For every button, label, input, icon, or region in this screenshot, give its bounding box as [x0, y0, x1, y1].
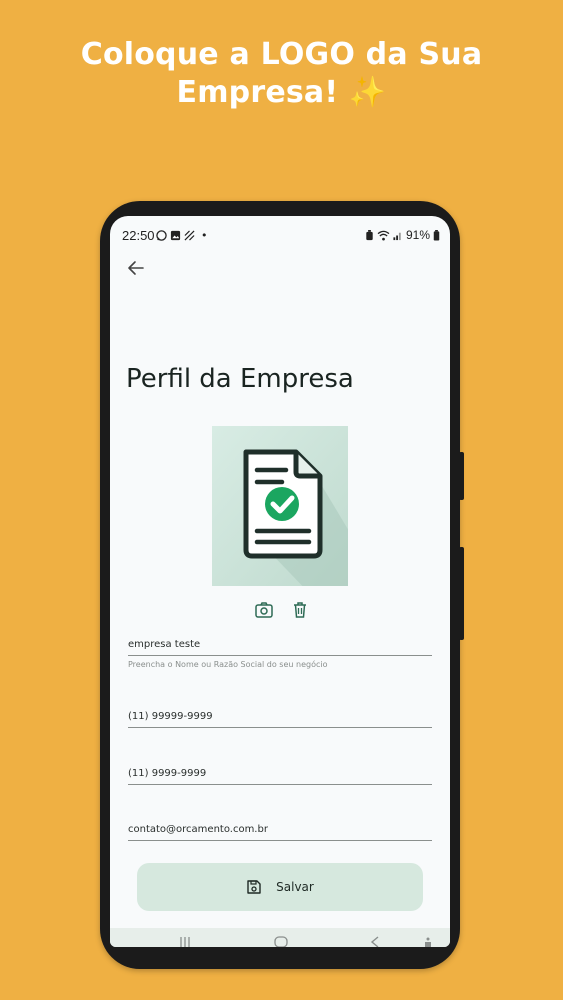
promo-line-2: Empresa! ✨ [0, 74, 563, 112]
keyboard-icon[interactable] [423, 936, 433, 947]
battery-icon [433, 229, 440, 241]
status-time: 22:50 [122, 228, 155, 243]
page-title: Perfil da Empresa [126, 364, 354, 394]
phone1-field: (11) 99999-9999 [128, 706, 432, 728]
whatsapp-icon [156, 230, 167, 241]
signal-icon [393, 232, 401, 240]
phone2-field: (11) 9999-9999 [128, 763, 432, 785]
phone2-input[interactable]: (11) 9999-9999 [128, 763, 432, 785]
floppy-disk-icon [247, 880, 261, 894]
recent-apps-icon[interactable] [178, 936, 192, 947]
phone1-input[interactable]: (11) 99999-9999 [128, 706, 432, 728]
home-icon[interactable] [274, 936, 288, 947]
battery-percent: 91% [405, 228, 430, 242]
logo-actions [254, 600, 310, 620]
company-name-input[interactable]: empresa teste [128, 634, 432, 656]
document-check-icon [212, 426, 348, 586]
sparkle-icon: ✨ [348, 75, 387, 110]
notification-icons: • [156, 229, 208, 242]
status-dot: • [201, 229, 208, 242]
alarm-icon [366, 229, 373, 240]
app-screen: 22:50 • 91% Perfil da Empresa empresa te… [110, 216, 450, 947]
phone-side-button [459, 452, 464, 500]
promo-line-1: Coloque a LOGO da Sua [80, 37, 483, 72]
arrow-left-icon[interactable] [124, 256, 148, 280]
system-nav-bar [110, 928, 450, 947]
system-icons: 91% [365, 228, 440, 242]
promo-headline: Coloque a LOGO da Sua Empresa! ✨ [0, 36, 563, 112]
status-bar: 22:50 • 91% [110, 226, 450, 246]
company-name-helper: Preencha o Nome ou Razão Social do seu n… [128, 660, 328, 669]
phone-volume-button [459, 547, 464, 640]
trash-icon[interactable] [290, 600, 310, 620]
company-logo-image[interactable] [212, 426, 348, 586]
save-button-label: Salvar [276, 880, 314, 894]
image-icon [170, 230, 181, 241]
camera-icon[interactable] [254, 600, 274, 620]
save-button[interactable]: Salvar [137, 863, 423, 911]
email-input[interactable]: contato@orcamento.com.br [128, 819, 432, 841]
company-name-field: empresa teste Preencha o Nome ou Razão S… [128, 634, 432, 669]
back-nav-icon[interactable] [368, 936, 382, 947]
wifi-icon [377, 230, 390, 241]
email-field: contato@orcamento.com.br [128, 819, 432, 841]
pattern-icon [184, 230, 195, 241]
promo-line-2-text: Empresa! [176, 75, 339, 110]
